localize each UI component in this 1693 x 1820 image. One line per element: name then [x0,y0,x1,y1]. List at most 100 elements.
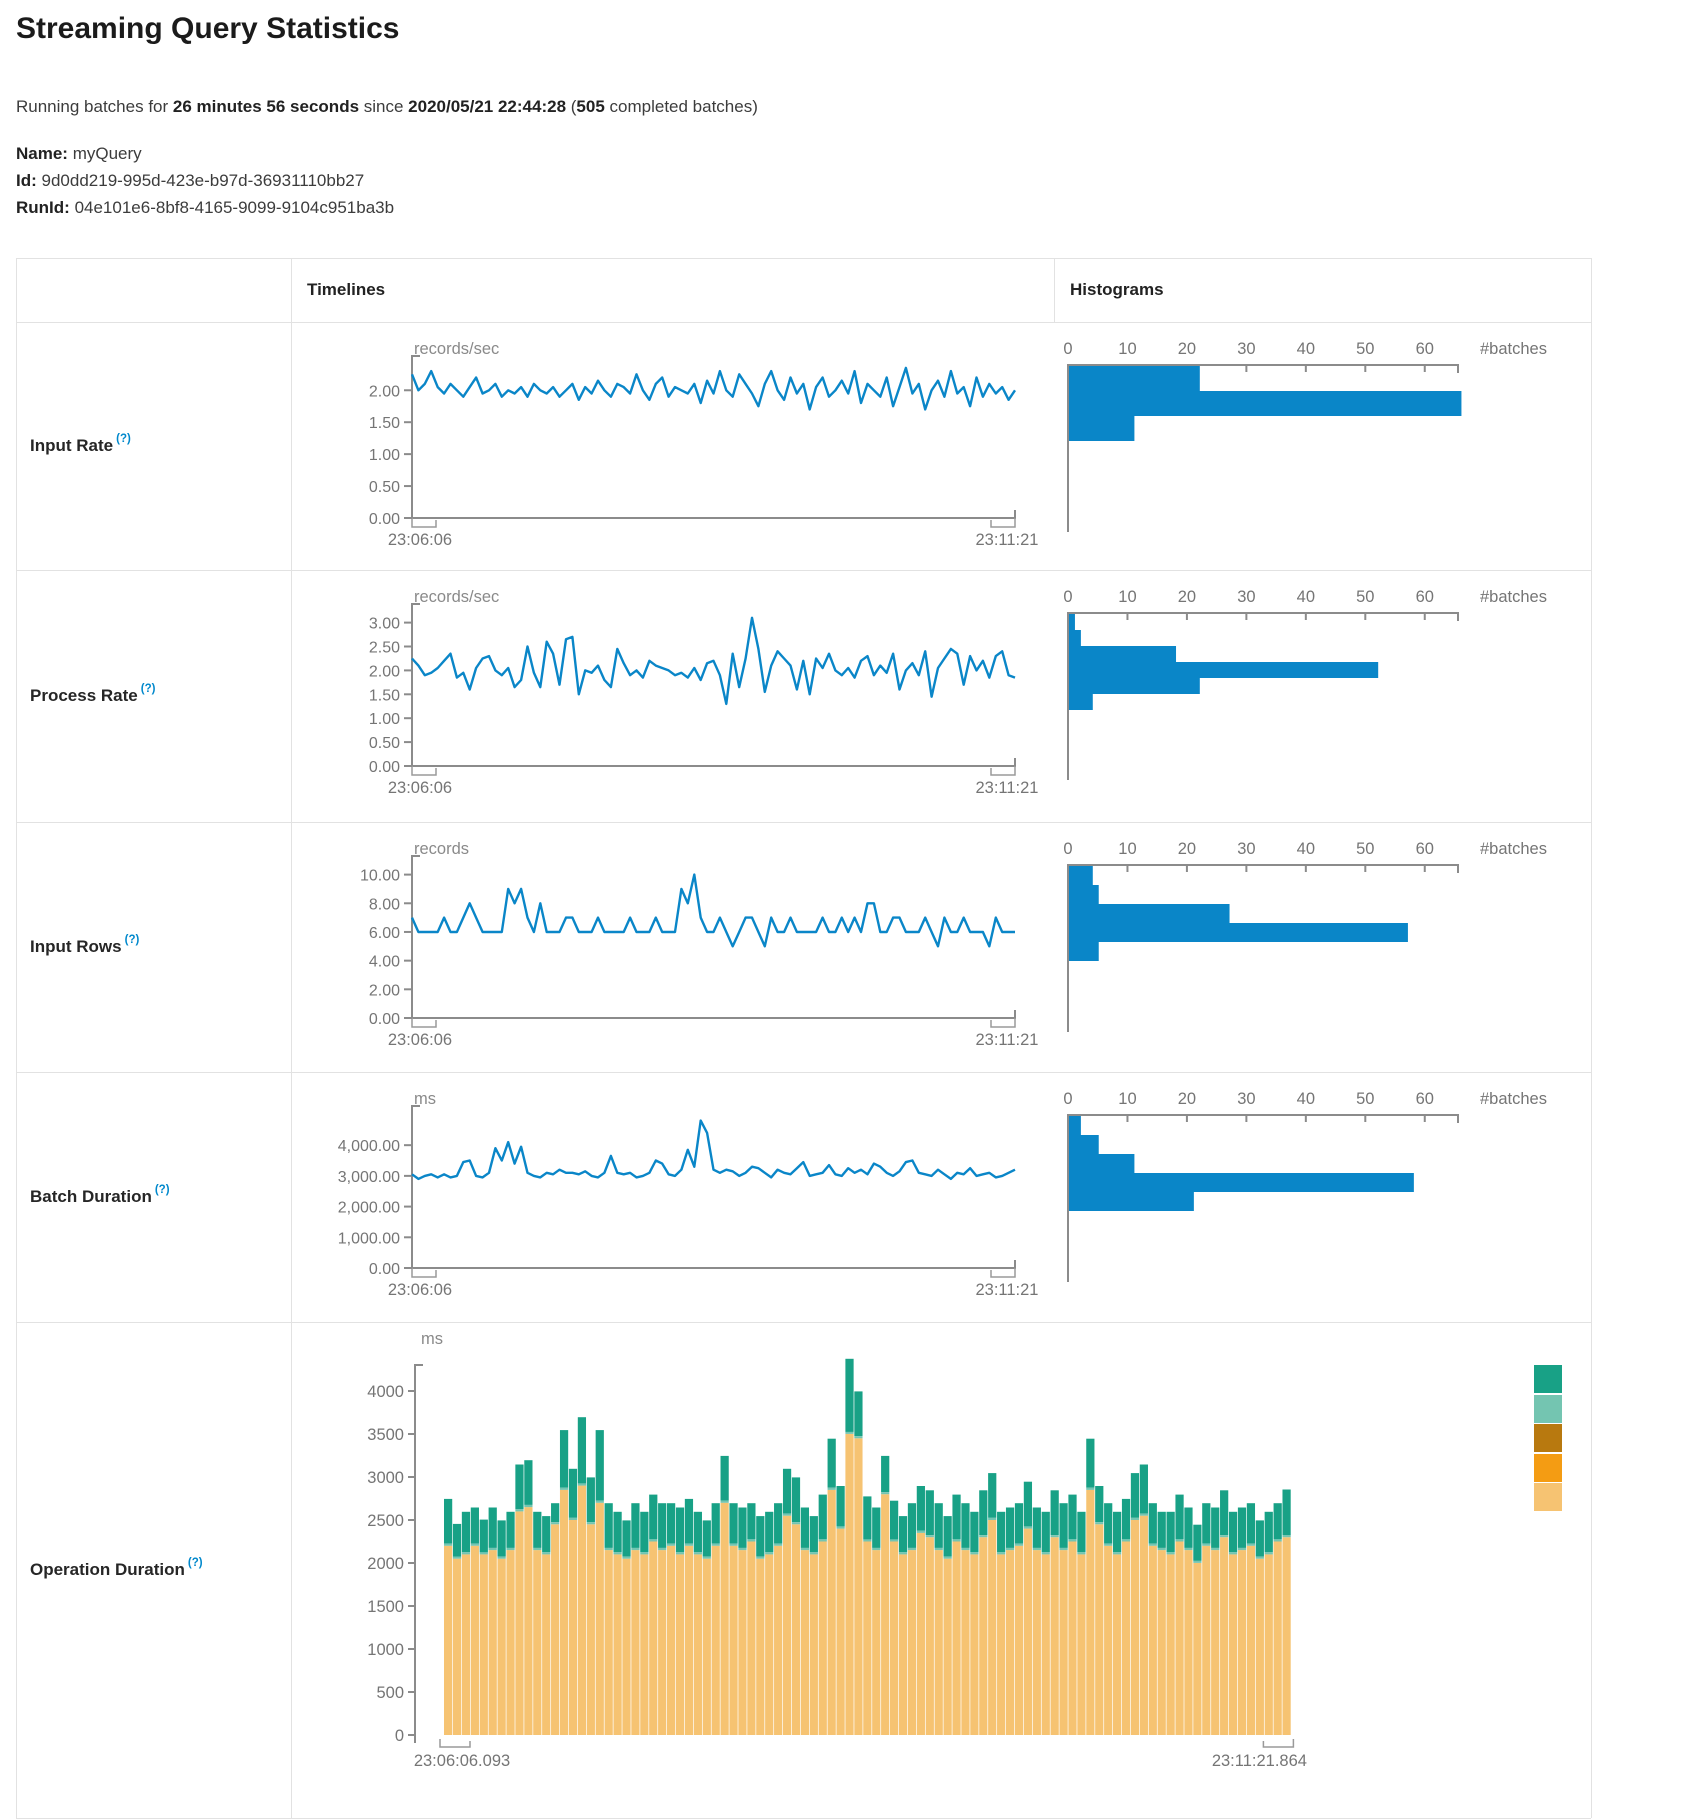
legend-swatch [1534,1424,1562,1452]
process-rate-timeline-chart-svg: records/sec3.002.502.001.501.000.500.002… [296,570,1054,822]
runid-label: RunId: [16,198,70,217]
svg-text:23:06:06: 23:06:06 [388,779,452,797]
svg-text:0.00: 0.00 [369,1261,400,1278]
svg-text:4,000.00: 4,000.00 [338,1138,400,1155]
svg-text:0.00: 0.00 [369,1011,400,1028]
svg-text:3000: 3000 [367,1469,404,1487]
svg-text:0: 0 [1063,588,1072,606]
row-label-operation-duration: Operation Duration(?) [17,1322,290,1818]
input-rows-histogram-chart-svg: 0102030405060#batches [1054,822,1592,1072]
summary-since: since [359,97,408,116]
svg-text:23:11:21: 23:11:21 [975,779,1038,797]
svg-text:23:11:21: 23:11:21 [975,1281,1038,1299]
svg-text:records/sec: records/sec [414,588,499,606]
row-label-process-rate: Process Rate(?) [17,570,290,822]
svg-text:40: 40 [1297,588,1315,606]
svg-text:1.50: 1.50 [369,687,400,704]
svg-text:23:11:21: 23:11:21 [975,531,1038,549]
query-id-line: Id: 9d0dd219-995d-423e-b97d-36931110bb27 [16,167,394,194]
input-rows-help-icon[interactable]: (?) [125,934,140,946]
svg-text:1,000.00: 1,000.00 [338,1230,400,1247]
svg-text:30: 30 [1237,340,1255,358]
svg-text:0: 0 [1063,1090,1072,1108]
svg-text:23:06:06: 23:06:06 [388,531,452,549]
process-rate-help-icon[interactable]: (?) [141,683,156,695]
process-rate-label: Process Rate [30,686,138,706]
svg-text:0: 0 [1063,840,1072,858]
input-rows-label: Input Rows [30,937,122,957]
svg-text:2,000.00: 2,000.00 [338,1200,400,1217]
svg-text:#batches: #batches [1480,1090,1547,1108]
row-label-input-rate: Input Rate(?) [17,322,290,570]
legend-swatch [1534,1395,1562,1423]
svg-text:10: 10 [1118,840,1136,858]
svg-text:20: 20 [1178,840,1196,858]
batch-duration-timeline-chart: ms4,000.003,000.002,000.001,000.000.0023… [296,1072,1054,1322]
svg-text:ms: ms [421,1330,443,1348]
process-rate-histogram-chart: 0102030405060#batches [1054,570,1592,822]
running-batches-summary: Running batches for 26 minutes 56 second… [16,97,758,117]
operation-duration-stacked-chart-svg: ms0500100015002000250030003500400023:06:… [296,1322,1592,1818]
svg-text:3,000.00: 3,000.00 [338,1169,400,1186]
svg-text:1000: 1000 [367,1641,404,1659]
svg-text:0.50: 0.50 [369,735,400,752]
histograms-header: Histograms [1070,280,1164,300]
svg-text:40: 40 [1297,840,1315,858]
svg-text:2.00: 2.00 [369,663,400,680]
id-label: Id: [16,171,37,190]
input-rate-help-icon[interactable]: (?) [116,433,131,445]
operation-duration-label: Operation Duration [30,1560,185,1580]
svg-text:0.50: 0.50 [369,479,400,496]
svg-text:records/sec: records/sec [414,340,499,358]
query-name-line: Name: myQuery [16,140,394,167]
input-rows-timeline-chart: records10.008.006.004.002.000.0023:06:06… [296,822,1054,1072]
legend-swatch [1534,1483,1562,1511]
svg-text:2500: 2500 [367,1512,404,1530]
summary-duration: 26 minutes 56 seconds [173,97,359,116]
batch-duration-histogram-chart-svg: 0102030405060#batches [1054,1072,1592,1322]
svg-text:10: 10 [1118,340,1136,358]
input-rate-timeline-chart: records/sec2.001.501.000.500.0023:06:062… [296,322,1054,570]
legend-swatch [1534,1365,1562,1393]
svg-text:#batches: #batches [1480,588,1547,606]
svg-text:3500: 3500 [367,1426,404,1444]
svg-text:60: 60 [1416,588,1434,606]
svg-text:0.00: 0.00 [369,759,400,776]
svg-text:23:06:06: 23:06:06 [388,1031,452,1049]
svg-text:4.00: 4.00 [369,954,400,971]
svg-text:10.00: 10.00 [360,868,400,885]
svg-text:500: 500 [376,1684,404,1702]
batch-duration-timeline-chart-svg: ms4,000.003,000.002,000.001,000.000.0023… [296,1072,1054,1322]
input-rows-timeline-chart-svg: records10.008.006.004.002.000.0023:06:06… [296,822,1054,1072]
svg-text:60: 60 [1416,1090,1434,1108]
svg-text:30: 30 [1237,1090,1255,1108]
svg-text:0.00: 0.00 [369,511,400,528]
process-rate-timeline-chart: records/sec3.002.502.001.501.000.500.002… [296,570,1054,822]
svg-text:1.00: 1.00 [369,447,400,464]
svg-text:#batches: #batches [1480,840,1547,858]
batch-duration-histogram-chart: 0102030405060#batches [1054,1072,1592,1322]
svg-text:3.00: 3.00 [369,616,400,633]
svg-text:23:06:06.093: 23:06:06.093 [414,1752,510,1770]
input-rate-timeline-chart-svg: records/sec2.001.501.000.500.0023:06:062… [296,322,1054,570]
svg-text:4000: 4000 [367,1383,404,1401]
svg-text:23:06:06: 23:06:06 [388,1281,452,1299]
batch-duration-help-icon[interactable]: (?) [155,1184,170,1196]
operation-duration-help-icon[interactable]: (?) [188,1557,203,1569]
page-title: Streaming Query Statistics [16,12,399,46]
svg-text:2.00: 2.00 [369,982,400,999]
input-rate-label: Input Rate [30,436,113,456]
svg-text:40: 40 [1297,1090,1315,1108]
row-label-batch-duration: Batch Duration(?) [17,1072,290,1322]
svg-text:#batches: #batches [1480,340,1547,358]
input-rate-histogram-chart-svg: 0102030405060#batches [1054,322,1592,570]
batch-duration-label: Batch Duration [30,1187,152,1207]
summary-prefix: Running batches for [16,97,173,116]
input-rate-histogram-chart: 0102030405060#batches [1054,322,1592,570]
table-bottom-border [16,1818,1591,1819]
query-runid-line: RunId: 04e101e6-8bf8-4165-9099-9104c951b… [16,194,394,221]
svg-text:1.50: 1.50 [369,415,400,432]
svg-text:50: 50 [1356,340,1374,358]
svg-text:30: 30 [1237,588,1255,606]
svg-text:2000: 2000 [367,1555,404,1573]
